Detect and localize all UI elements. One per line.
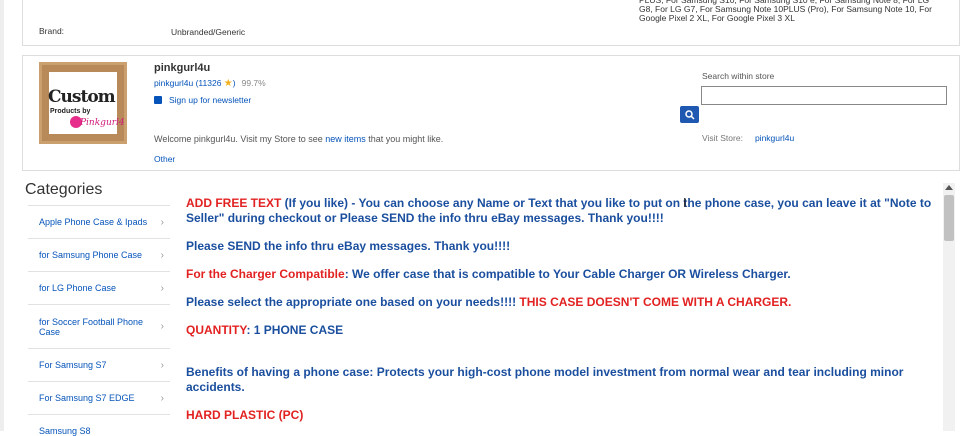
category-label: for LG Phone Case [39,283,117,293]
search-button[interactable] [680,106,699,123]
desc-free-text: ADD FREE TEXT (If you like) - You can ch… [186,196,946,226]
description-scrollbar[interactable] [943,183,955,431]
desc-free-text-heading: ADD FREE TEXT [186,196,282,210]
categories-list: Apple Phone Case & Ipads › for Samsung Ph… [28,205,170,436]
chevron-right-icon: › [160,249,164,261]
category-samsung-s7[interactable]: For Samsung S7 › [28,348,170,381]
desc-select-body: Please select the appropriate one based … [186,295,520,309]
chevron-right-icon: › [160,392,164,404]
desc-send-info: Please SEND the info thru eBay messages.… [186,239,511,253]
chevron-right-icon: › [160,282,164,294]
other-link[interactable]: Other [154,154,175,164]
category-label: for Soccer Football Phone Case [39,316,144,337]
store-logo[interactable]: Custom Products by Pinkgurl4u [39,62,127,144]
visit-store-link[interactable]: pinkgurl4u [755,133,794,143]
chevron-right-icon: › [160,359,164,371]
brand-label: Brand: [39,26,65,36]
newsletter-link[interactable]: Sign up for newsletter [169,95,251,105]
logo-text-products: Products by [50,108,91,115]
category-samsung-s8[interactable]: Samsung S8 [28,414,170,436]
brand-value: Unbranded/Generic [171,27,246,37]
categories-title: Categories [25,181,103,198]
desc-quantity: QUANTITY: 1 PHONE CASE [186,323,946,338]
star-icon: ★ [223,78,233,89]
scroll-up-icon[interactable] [945,185,953,190]
category-label: for Samsung Phone Case [39,250,143,260]
store-welcome-text: Welcome pinkgurl4u. Visit my Store to se… [154,134,443,144]
feedback-percent: 99.7% [241,78,266,88]
welcome-post: that you might like. [365,134,444,144]
logo-text-custom: Custom [48,87,116,107]
desc-benefits: Benefits of having a phone case: Protect… [186,365,904,394]
text-cursor-icon: I [683,195,687,210]
category-label: For Samsung S7 [39,360,107,370]
search-store-label: Search within store [702,71,775,81]
category-samsung[interactable]: for Samsung Phone Case › [28,238,170,271]
desc-material: HARD PLASTIC (PC) [186,408,304,422]
store-name: pinkgurl4u [154,62,211,74]
search-icon [684,109,695,120]
page-edge [0,0,4,431]
desc-quantity-value: : 1 PHONE CASE [246,323,344,337]
desc-free-text-body: (If you like) - You can choose any Name … [186,196,932,225]
newsletter-signup[interactable]: Sign up for newsletter [154,95,251,105]
search-store-input[interactable] [701,86,947,105]
item-description: ADD FREE TEXT (If you like) - You can ch… [186,192,946,423]
feedback-link-text: pinkgurl4u (11326 [154,78,222,88]
chevron-right-icon: › [160,321,164,332]
item-specifics: PLUS, For Samsung S10, For Samsung S10 e… [22,0,960,46]
desc-charger-body: : We offer case that is compatible to Yo… [344,267,791,281]
category-apple[interactable]: Apple Phone Case & Ipads › [28,205,170,238]
feedback-link[interactable]: pinkgurl4u (11326 ★) [154,78,236,89]
visit-store-label: Visit Store: [702,133,743,143]
compatible-models-value: PLUS, For Samsung S10, For Samsung S10 e… [639,0,932,23]
newsletter-icon [154,96,162,104]
scrollbar-thumb[interactable] [944,195,954,241]
welcome-pre: Welcome pinkgurl4u. Visit my Store to se… [154,134,326,144]
desc-charger-heading: For the Charger Compatible [186,267,345,281]
category-label: Samsung S8 [39,426,91,436]
category-soccer[interactable]: for Soccer Football Phone Case › [28,304,170,348]
desc-select: Please select the appropriate one based … [186,295,946,310]
category-label: For Samsung S7 EDGE [39,393,135,403]
category-label: Apple Phone Case & Ipads [39,217,148,227]
desc-charger: For the Charger Compatible: We offer cas… [186,267,946,282]
category-lg[interactable]: for LG Phone Case › [28,271,170,304]
desc-no-charger: THIS CASE DOESN'T COME WITH A CHARGER. [519,295,792,309]
seller-feedback: pinkgurl4u (11326 ★) 99.7% [154,78,266,89]
logo-text-brand: Pinkgurl4u [80,118,127,128]
store-info-panel: Custom Products by Pinkgurl4u pinkgurl4u… [22,55,960,171]
desc-quantity-heading: QUANTITY [186,323,247,337]
chevron-right-icon: › [160,216,164,228]
category-samsung-s7-edge[interactable]: For Samsung S7 EDGE › [28,381,170,414]
new-items-link[interactable]: new items [325,134,366,144]
feedback-link-close: ) [232,78,236,88]
visit-store: Visit Store: pinkgurl4u [702,133,794,143]
